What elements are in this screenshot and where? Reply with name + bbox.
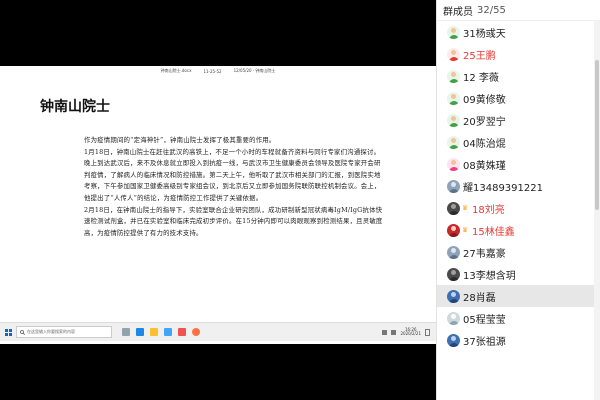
member-list-item[interactable]: 20罗翌宁 xyxy=(437,109,600,131)
member-list-item[interactable]: 27韦嘉豪 xyxy=(437,241,600,263)
notification-icon[interactable] xyxy=(425,328,430,336)
member-list-item[interactable]: ♛ 15林佳鑫 xyxy=(437,219,600,241)
crown-icon: ♛ xyxy=(461,204,469,212)
windows-taskbar: 在这里输入你要搜索的内容 16:26 2020/2/21 xyxy=(0,322,436,341)
file-explorer-icon[interactable] xyxy=(150,328,158,336)
avatar xyxy=(447,69,460,83)
member-list-item[interactable]: ♛ 18刘亮 xyxy=(437,197,600,219)
edge-browser-icon[interactable] xyxy=(136,328,144,336)
task-view-icon[interactable] xyxy=(122,328,130,336)
member-name: 12 李薇 xyxy=(463,72,499,84)
member-name: 05程莹莹 xyxy=(463,314,506,326)
member-name: 15林佳鑫 xyxy=(472,226,515,238)
avatar xyxy=(447,311,460,325)
window-title-left: 钟南山院士.docx xyxy=(160,68,192,73)
member-name: 08黄姝瑾 xyxy=(463,160,506,172)
member-panel-title: 群成员 xyxy=(443,6,473,18)
member-list-item[interactable]: 05程莹莹 xyxy=(437,307,600,329)
screen-share-area: 钟南山院士.docx 11-25-52 12/05/20 · 钟南山院士 钟南山… xyxy=(0,0,436,400)
avatar xyxy=(447,245,460,259)
app-window: 钟南山院士.docx 11-25-52 12/05/20 · 钟南山院士 钟南山… xyxy=(0,0,600,400)
document-paragraph: 作为疫情期间的“定海神针”，钟南山院士发挥了极其重要的作用。 xyxy=(84,136,276,144)
avatar xyxy=(447,135,460,149)
member-list: 31杨彧天 25王鹏 12 李薇 09黄修敬 20罗翌宁 04陈治焜 08黄姝瑾耀13489… xyxy=(437,21,600,351)
document-paragraph: 1月18日，钟南山院士在赶往武汉的高铁上，不足一个小时的车程就备齐资料与同行专家… xyxy=(84,147,381,202)
member-name: 09黄修敬 xyxy=(463,94,506,106)
member-name: 31杨彧天 xyxy=(463,28,506,40)
document-paragraph: 2月18日，在钟南山院士的指导下，实验室联合企业研究团队，成功研制新型冠状病毒I… xyxy=(84,205,383,237)
member-list-scrollbar[interactable] xyxy=(594,20,600,400)
avatar xyxy=(447,179,460,193)
taskbar-date: 2020/2/21 xyxy=(400,331,421,336)
taskbar-pinned-apps xyxy=(122,328,200,336)
member-name: 20罗翌宁 xyxy=(463,116,506,128)
member-name: 04陈治焜 xyxy=(463,138,506,150)
member-list-item[interactable]: 耀13489391221 xyxy=(437,175,600,197)
avatar xyxy=(447,289,460,303)
scrollbar-thumb[interactable] xyxy=(595,60,599,210)
member-list-item[interactable]: 31杨彧天 xyxy=(437,21,600,43)
taskbar-search-placeholder: 在这里输入你要搜索的内容 xyxy=(27,329,75,334)
taskbar-search-box[interactable]: 在这里输入你要搜索的内容 xyxy=(16,326,112,338)
member-panel-header: 群成员 32/55 xyxy=(437,0,600,21)
member-list-item[interactable]: 13李想含玥 xyxy=(437,263,600,285)
windows-logo-icon xyxy=(4,328,12,336)
member-name: 18刘亮 xyxy=(472,204,505,216)
member-name: 耀13489391221 xyxy=(463,182,543,194)
member-name: 37张祖源 xyxy=(463,336,506,348)
search-icon xyxy=(20,329,25,335)
avatar xyxy=(447,113,460,127)
group-member-panel: 群成员 32/55 31杨彧天 25王鹏 12 李薇 09黄修敬 20罗翌宁 04陈治焜 0… xyxy=(436,0,600,400)
document-heading: 钟南山院士 xyxy=(40,99,110,115)
member-name: 25王鹏 xyxy=(463,50,496,62)
member-name: 27韦嘉豪 xyxy=(463,248,506,260)
avatar xyxy=(447,267,460,281)
member-list-item[interactable]: 04陈治焜 xyxy=(437,131,600,153)
member-list-item[interactable]: 09黄修敬 xyxy=(437,87,600,109)
taskbar-clock[interactable]: 16:26 2020/2/21 xyxy=(400,328,421,336)
avatar xyxy=(447,91,460,105)
system-tray: 16:26 2020/2/21 xyxy=(382,328,436,336)
member-name: 28肖磊 xyxy=(463,292,496,304)
start-button[interactable] xyxy=(0,323,16,341)
avatar xyxy=(447,47,460,61)
avatar xyxy=(447,223,460,237)
document-body: 作为疫情期间的“定海神针”，钟南山院士发挥了极其重要的作用。 1月18日，钟南山… xyxy=(84,135,384,239)
crown-icon: ♛ xyxy=(461,226,469,234)
window-titlebar: 钟南山院士.docx 11-25-52 12/05/20 · 钟南山院士 xyxy=(0,66,436,76)
avatar xyxy=(447,157,460,171)
member-list-item[interactable]: 25王鹏 xyxy=(437,43,600,65)
member-list-item[interactable]: 08黄姝瑾 xyxy=(437,153,600,175)
member-list-item[interactable]: 12 李薇 xyxy=(437,65,600,87)
volume-icon[interactable] xyxy=(391,329,397,335)
member-count: 32/55 xyxy=(477,4,506,16)
window-title-right: 12/05/20 · 钟南山院士 xyxy=(233,68,276,73)
avatar xyxy=(447,333,460,347)
network-icon[interactable] xyxy=(382,329,388,335)
avatar xyxy=(447,201,460,215)
avatar xyxy=(447,25,460,39)
member-list-item[interactable]: 37张祖源 xyxy=(437,329,600,351)
member-list-item[interactable]: 28肖磊 xyxy=(437,285,600,307)
shared-document-window: 钟南山院士.docx 11-25-52 12/05/20 · 钟南山院士 钟南山… xyxy=(0,66,436,344)
window-title-mid: 11-25-52 xyxy=(203,68,222,74)
browser-app-icon[interactable] xyxy=(192,328,200,336)
store-icon[interactable] xyxy=(164,328,172,336)
presentation-app-icon[interactable] xyxy=(178,328,186,336)
member-name: 13李想含玥 xyxy=(463,270,516,282)
